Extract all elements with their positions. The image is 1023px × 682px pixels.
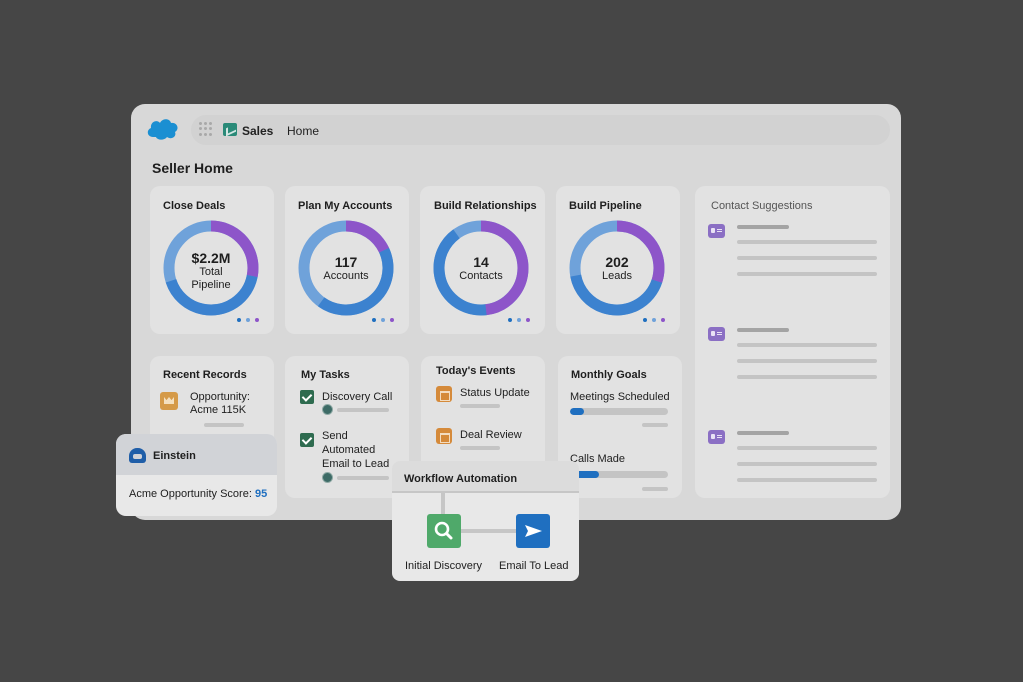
kpi-value: 14	[473, 254, 489, 270]
kpi-card-build-pipeline[interactable]: Build Pipeline 202 Leads	[556, 186, 680, 334]
placeholder-line	[737, 240, 877, 244]
kpi-center: 202 Leads	[567, 255, 667, 283]
pagination-dots[interactable]	[508, 318, 530, 322]
pagination-dots[interactable]	[237, 318, 259, 322]
sales-app-icon	[223, 123, 237, 136]
avatar	[322, 404, 333, 415]
einstein-card[interactable]: Einstein Acme Opportunity Score: 95	[116, 434, 277, 516]
calendar-icon	[436, 386, 452, 402]
pagination-dots[interactable]	[372, 318, 394, 322]
my-tasks-title: My Tasks	[301, 369, 350, 381]
placeholder-line	[737, 446, 877, 450]
kpi-label: Accounts	[323, 270, 369, 282]
kpi-center: $2.2M Total Pipeline	[161, 251, 261, 292]
workflow-step-label: Initial Discovery	[405, 560, 483, 572]
goal-progress-fill	[570, 408, 584, 415]
placeholder-line	[642, 487, 668, 491]
einstein-score-text: Acme Opportunity Score: 95	[129, 488, 267, 500]
placeholder-line	[337, 408, 389, 412]
task-label-line1[interactable]: Send	[322, 430, 348, 443]
placeholder-line	[737, 359, 877, 363]
nav-tab-home[interactable]: Home	[287, 124, 319, 138]
workflow-title: Workflow Automation	[404, 473, 518, 485]
contact-suggestions-title: Contact Suggestions	[711, 200, 813, 212]
kpi-label-line2: Pipeline	[191, 279, 231, 291]
einstein-title: Einstein	[153, 450, 196, 462]
workflow-step-discovery[interactable]	[427, 514, 461, 548]
kpi-center: 117 Accounts	[296, 255, 396, 283]
task-checkbox[interactable]	[300, 390, 314, 404]
contact-card-icon[interactable]	[708, 327, 725, 341]
einstein-score-value: 95	[254, 488, 268, 500]
kpi-value: 117	[334, 254, 358, 270]
app-name[interactable]: Sales	[242, 124, 273, 138]
einstein-score-label: Acme Opportunity Score:	[129, 488, 252, 500]
kpi-title: Close Deals	[163, 200, 226, 212]
placeholder-line	[737, 375, 877, 379]
placeholder-line	[737, 478, 877, 482]
placeholder-line	[460, 446, 500, 450]
task-label[interactable]: Discovery Call	[322, 391, 392, 404]
workflow-automation-card[interactable]: Workflow Automation Initial Discovery Em…	[392, 461, 579, 581]
kpi-title: Build Pipeline	[569, 200, 642, 212]
kpi-label: Leads	[602, 270, 632, 282]
contact-card-icon[interactable]	[708, 224, 725, 238]
kpi-value: $2.2M	[191, 250, 231, 266]
event-label[interactable]: Deal Review	[460, 429, 522, 442]
monthly-goals-title: Monthly Goals	[571, 369, 647, 381]
placeholder-line	[204, 423, 244, 427]
workflow-connector	[460, 529, 516, 533]
placeholder-line	[460, 404, 500, 408]
goal-progress-bar	[570, 471, 668, 478]
kpi-value: 202	[605, 254, 629, 270]
placeholder-line	[737, 272, 877, 276]
placeholder-line	[642, 423, 668, 427]
todays-events-title: Today's Events	[436, 365, 516, 377]
task-label-line3[interactable]: Email to Lead	[322, 458, 389, 471]
goal-progress-bar	[570, 408, 668, 415]
kpi-card-build-relationships[interactable]: Build Relationships 14 Contacts	[420, 186, 545, 334]
kpi-center: 14 Contacts	[431, 255, 531, 283]
workflow-connector	[441, 493, 445, 515]
record-link-line2[interactable]: Acme 115K	[190, 404, 246, 417]
calendar-icon	[436, 428, 452, 444]
kpi-label: Contacts	[459, 270, 503, 282]
task-checkbox[interactable]	[300, 433, 314, 447]
task-label-line2[interactable]: Automated	[322, 444, 375, 457]
avatar	[322, 472, 333, 483]
app-launcher-icon[interactable]	[199, 122, 213, 136]
page-title: Seller Home	[152, 160, 233, 176]
kpi-title: Build Relationships	[434, 200, 537, 212]
placeholder-line	[337, 476, 389, 480]
placeholder-line	[737, 343, 877, 347]
kpi-title: Plan My Accounts	[298, 200, 393, 212]
contact-card-icon[interactable]	[708, 430, 725, 444]
opportunity-crown-icon	[160, 392, 178, 410]
goal-label: Meetings Scheduled	[570, 391, 670, 403]
salesforce-cloud-icon[interactable]	[145, 117, 179, 141]
kpi-card-plan-accounts[interactable]: Plan My Accounts 117 Accounts	[285, 186, 409, 334]
einstein-icon	[129, 448, 146, 463]
pagination-dots[interactable]	[643, 318, 665, 322]
recent-records-title: Recent Records	[163, 369, 247, 381]
send-icon	[525, 525, 542, 537]
kpi-card-close-deals[interactable]: Close Deals $2.2M Total Pipeline	[150, 186, 274, 334]
event-label[interactable]: Status Update	[460, 387, 530, 400]
placeholder-line	[737, 225, 789, 229]
record-link-line1[interactable]: Opportunity:	[190, 391, 250, 404]
workflow-step-email[interactable]	[516, 514, 550, 548]
placeholder-line	[737, 256, 877, 260]
search-icon	[434, 521, 453, 540]
placeholder-line	[737, 431, 789, 435]
placeholder-line	[737, 462, 877, 466]
workflow-step-label: Email To Lead	[499, 560, 569, 572]
kpi-label: Total	[199, 266, 223, 278]
placeholder-line	[737, 328, 789, 332]
